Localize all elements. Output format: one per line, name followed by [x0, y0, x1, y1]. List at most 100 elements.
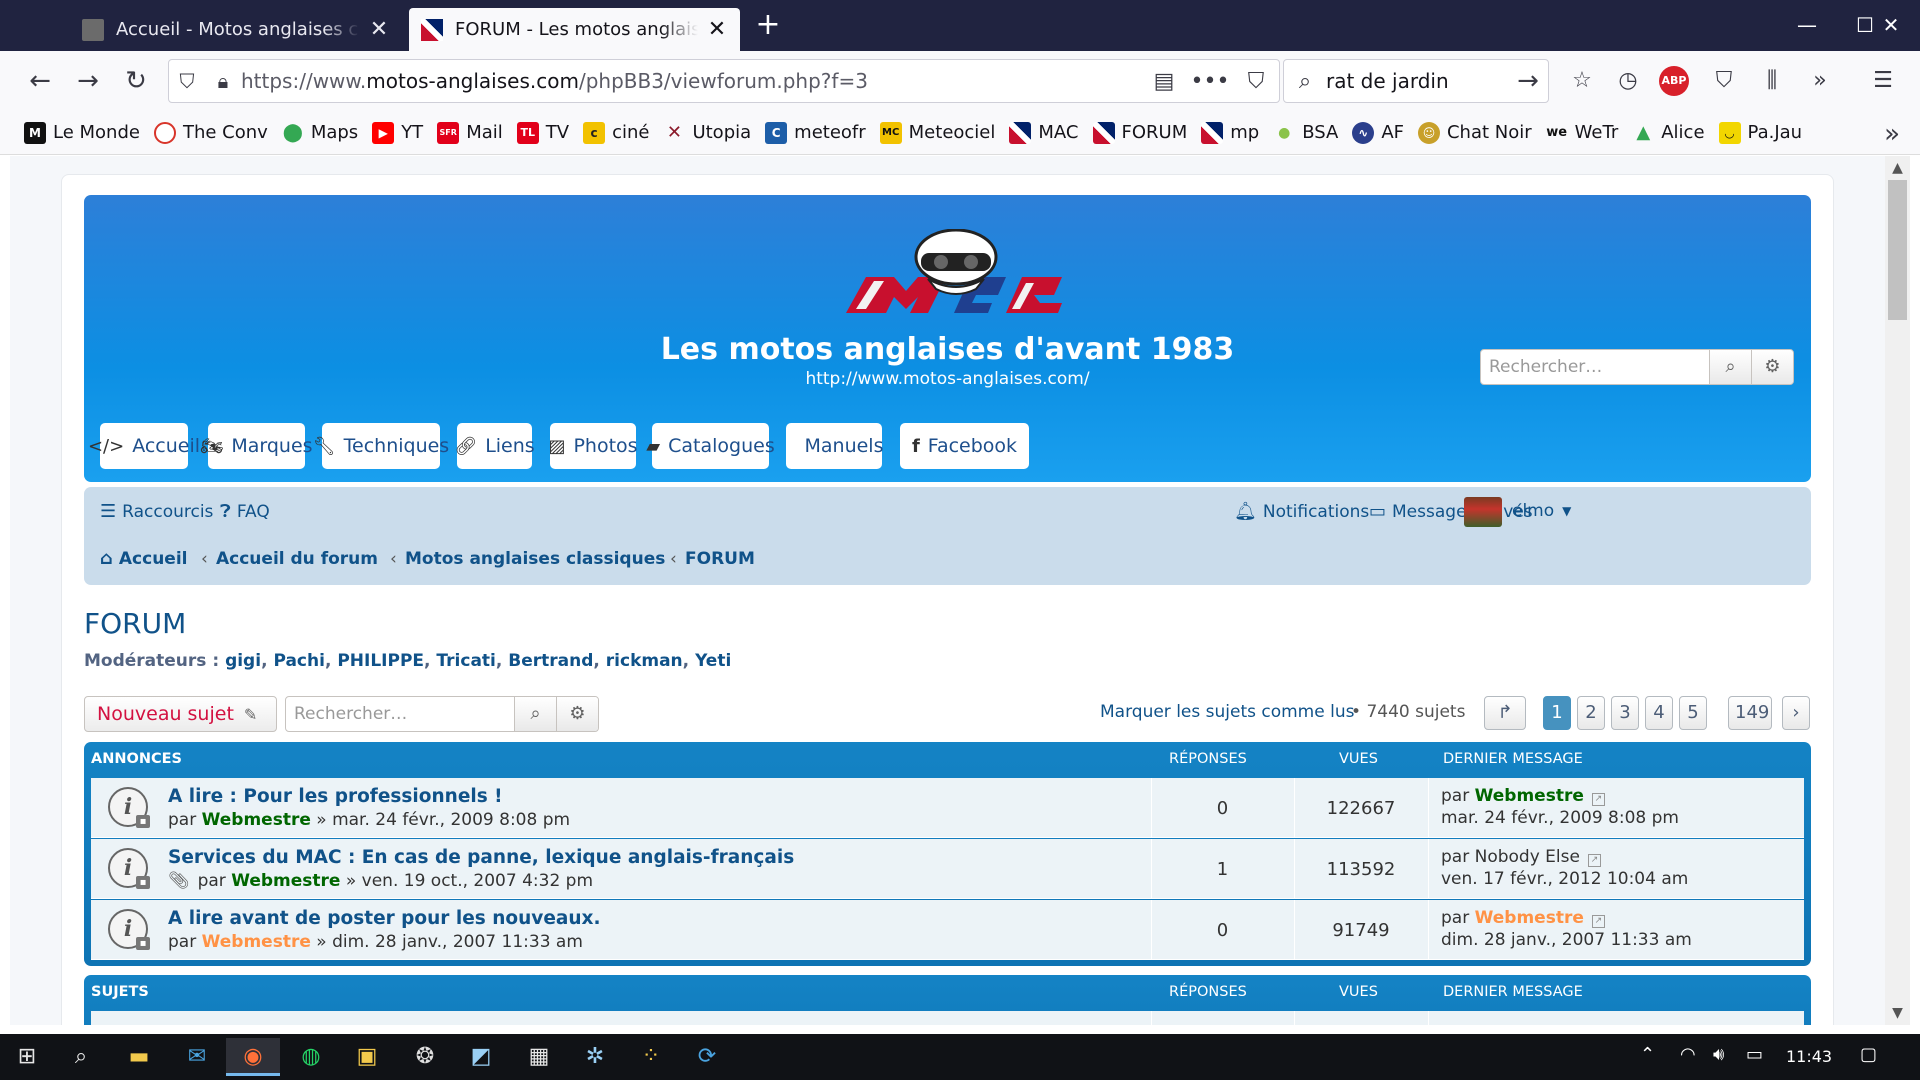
- scrollbar-thumb[interactable]: [1888, 180, 1907, 320]
- jump-to-page-icon[interactable]: ↱: [1484, 696, 1526, 730]
- pocket-icon[interactable]: ⛉: [1233, 69, 1279, 94]
- more-actions-icon[interactable]: •••: [1187, 69, 1233, 94]
- close-tab-icon[interactable]: ✕: [368, 17, 390, 42]
- bookmark-tv[interactable]: TL TV: [516, 121, 569, 144]
- overflow-chevrons-icon[interactable]: »: [1803, 64, 1837, 98]
- table-row[interactable]: i ▪ A lire avant de poster pour les nouve…: [91, 900, 1804, 960]
- motorcycle-app-icon[interactable]: ❂: [398, 1038, 452, 1076]
- nav-photos-button[interactable]: ▨ Photos: [548, 423, 638, 469]
- bookmark-forum[interactable]: FORUM: [1092, 121, 1187, 144]
- lock-icon[interactable]: 🔒︎: [205, 69, 241, 93]
- notification-center-icon[interactable]: ▢: [1860, 1044, 1877, 1065]
- moderator-link[interactable]: Yeti: [695, 651, 731, 671]
- author-link[interactable]: Webmestre: [202, 932, 311, 952]
- nav-liens-button[interactable]: 🔗︎ Liens: [454, 423, 535, 469]
- taskbar-clock[interactable]: 11:43: [1786, 1047, 1832, 1066]
- bookmark-af[interactable]: ∿ AF: [1352, 121, 1404, 144]
- notes-app-icon[interactable]: ▣: [340, 1038, 394, 1076]
- shield-icon[interactable]: ⛉: [169, 69, 205, 93]
- private-messages-link[interactable]: ▭ Messages privés: [1369, 501, 1533, 522]
- thunderbird-icon[interactable]: ✉: [170, 1038, 224, 1076]
- author-link[interactable]: Webmestre: [202, 810, 311, 830]
- scroll-up-icon[interactable]: ▲: [1885, 160, 1910, 176]
- bookmark-chat-noir[interactable]: ☺ Chat Noir: [1417, 121, 1532, 144]
- bookmark-le-monde[interactable]: M Le Monde: [24, 121, 140, 144]
- search-icon[interactable]: ⌕: [514, 697, 556, 731]
- author-link[interactable]: Webmestre: [231, 871, 340, 891]
- gear-icon[interactable]: ⚙: [556, 697, 598, 731]
- windows-start-icon[interactable]: ⊞: [0, 1038, 54, 1076]
- search-query[interactable]: rat de jardin: [1326, 69, 1508, 93]
- moderator-link[interactable]: gigi: [225, 651, 261, 671]
- nav-techniques-button[interactable]: 🔧︎ Techniques: [313, 423, 449, 469]
- calculator-icon[interactable]: ▦: [512, 1038, 566, 1076]
- moderator-link[interactable]: Bertrand: [508, 651, 593, 671]
- bluetooth-app-icon[interactable]: ✲: [568, 1038, 622, 1076]
- window-close-icon[interactable]: ✕: [1862, 0, 1920, 51]
- bookmark-utopia[interactable]: ✕ Utopia: [663, 122, 751, 144]
- search-go-arrow-icon[interactable]: →: [1508, 66, 1548, 96]
- bookmark-mp[interactable]: mp: [1201, 121, 1259, 144]
- page-number-last[interactable]: 149: [1728, 696, 1772, 730]
- faq-link[interactable]: ❓︎ FAQ: [220, 501, 270, 522]
- whatsapp-icon[interactable]: ◍: [284, 1038, 338, 1076]
- page-number[interactable]: 5: [1679, 696, 1707, 730]
- search-icon[interactable]: ⌕: [1709, 350, 1751, 384]
- sync-app-icon[interactable]: ⟳: [680, 1038, 734, 1076]
- page-scrollbar[interactable]: ▲ ▼: [1885, 156, 1910, 1025]
- battery-icon[interactable]: ▭: [1746, 1044, 1763, 1065]
- last-post-author-link[interactable]: Webmestre: [1475, 908, 1584, 928]
- topic-title[interactable]: A lire avant de poster pour les nouveaux…: [168, 908, 600, 929]
- bookmark-star-icon[interactable]: ☆: [1565, 64, 1599, 98]
- nav-accueil-button[interactable]: </> Accueil: [88, 423, 200, 469]
- url-text[interactable]: https://www.motos-anglaises.com/phpBB3/v…: [241, 69, 1141, 93]
- page-number[interactable]: 3: [1611, 696, 1639, 730]
- header-search-input[interactable]: Rechercher…: [1481, 350, 1709, 384]
- back-arrow-icon[interactable]: ←: [22, 63, 58, 99]
- goto-last-post-icon[interactable]: ↗: [1591, 793, 1605, 806]
- last-post-author-link[interactable]: Webmestre: [1475, 786, 1584, 806]
- scroll-down-icon[interactable]: ▼: [1885, 1005, 1910, 1021]
- forward-arrow-icon[interactable]: →: [70, 63, 106, 99]
- bookmark-yt[interactable]: ▶ YT: [372, 121, 423, 144]
- breadcrumb-category[interactable]: Motos anglaises classiques: [405, 549, 665, 569]
- tab-forum[interactable]: FORUM - Les motos anglaises d'avant 1983…: [409, 8, 740, 51]
- file-explorer-icon[interactable]: ▬: [112, 1038, 166, 1076]
- url-bar[interactable]: ⛉ 🔒︎ https://www.motos-anglaises.com/php…: [168, 59, 1280, 103]
- bookmark-meteociel[interactable]: MC Meteociel: [879, 121, 995, 144]
- table-row[interactable]: i ▪ Services du MAC : En cas de panne, le…: [91, 839, 1804, 899]
- moderator-link[interactable]: Pachi: [273, 651, 324, 671]
- volume-icon[interactable]: 🔊︎: [1713, 1044, 1724, 1065]
- breadcrumb-current[interactable]: FORUM: [685, 549, 755, 569]
- search-icon[interactable]: ⌕: [54, 1038, 108, 1076]
- nav-catalogues-button[interactable]: ▰ Catalogues: [646, 423, 775, 469]
- close-tab-icon[interactable]: ✕: [706, 17, 728, 42]
- bookmark-mac[interactable]: MAC: [1009, 121, 1079, 144]
- wifi-icon[interactable]: ◠: [1680, 1044, 1696, 1065]
- mark-topics-read-link[interactable]: Marquer les sujets comme lus: [1100, 702, 1354, 722]
- user-menu[interactable]: elmo ▼: [1512, 501, 1571, 521]
- tab-accueil[interactable]: Accueil - Motos anglaises classiques ✕: [70, 8, 402, 51]
- bookmark-meteofr[interactable]: Cmeteofr: [765, 121, 866, 144]
- gear-icon[interactable]: ⚙: [1751, 350, 1793, 384]
- adblock-icon[interactable]: ABP: [1659, 66, 1689, 96]
- pocket-extension-icon[interactable]: ⛉: [1707, 64, 1741, 98]
- next-page-icon[interactable]: ›: [1782, 696, 1810, 730]
- tray-expand-icon[interactable]: ⌃: [1640, 1044, 1655, 1065]
- history-clock-icon[interactable]: ◷: [1611, 64, 1645, 98]
- bookmark-the-conv[interactable]: The Conv: [153, 121, 268, 144]
- window-minimize-button[interactable]: [1778, 0, 1836, 51]
- notifications-link[interactable]: 🔔︎ Notifications: [1234, 501, 1369, 522]
- moderator-link[interactable]: rickman: [606, 651, 683, 671]
- bookmark-alice[interactable]: ▲ Alice: [1632, 122, 1704, 144]
- hamburger-menu-icon[interactable]: ☰: [1866, 64, 1900, 98]
- breadcrumb-forum-index[interactable]: Accueil du forum: [216, 549, 378, 569]
- table-row[interactable]: [91, 1011, 1804, 1025]
- topic-title[interactable]: A lire : Pour les professionnels !: [168, 786, 503, 807]
- bookmark-pajau[interactable]: ◡ Pa.Jau: [1718, 121, 1802, 144]
- table-row[interactable]: i ▪ A lire : Pour les professionnels ! pa…: [91, 778, 1804, 838]
- topic-title[interactable]: Services du MAC : En cas de panne, lexiq…: [168, 847, 794, 868]
- breadcrumb-home[interactable]: ⌂ Accueil: [100, 548, 188, 569]
- new-topic-button[interactable]: Nouveau sujet ✎: [84, 696, 277, 732]
- search-bar[interactable]: ⌕ rat de jardin →: [1283, 59, 1549, 103]
